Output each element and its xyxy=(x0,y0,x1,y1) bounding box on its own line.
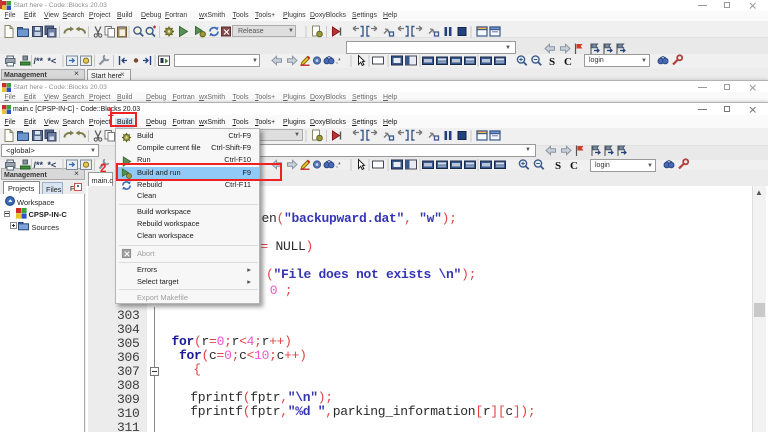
svg-text:*<: *< xyxy=(48,56,57,66)
svg-text:C: C xyxy=(570,160,578,172)
svg-text:S: S xyxy=(549,56,555,68)
svg-text:,*: ,* xyxy=(336,162,341,169)
svg-text:*<: *< xyxy=(48,160,57,170)
svg-text:S: S xyxy=(555,160,561,172)
svg-text:/**: /** xyxy=(34,56,44,66)
svg-text:C: C xyxy=(564,56,572,68)
svg-text:,*: ,* xyxy=(336,58,341,65)
svg-text:/**: /** xyxy=(34,160,44,170)
